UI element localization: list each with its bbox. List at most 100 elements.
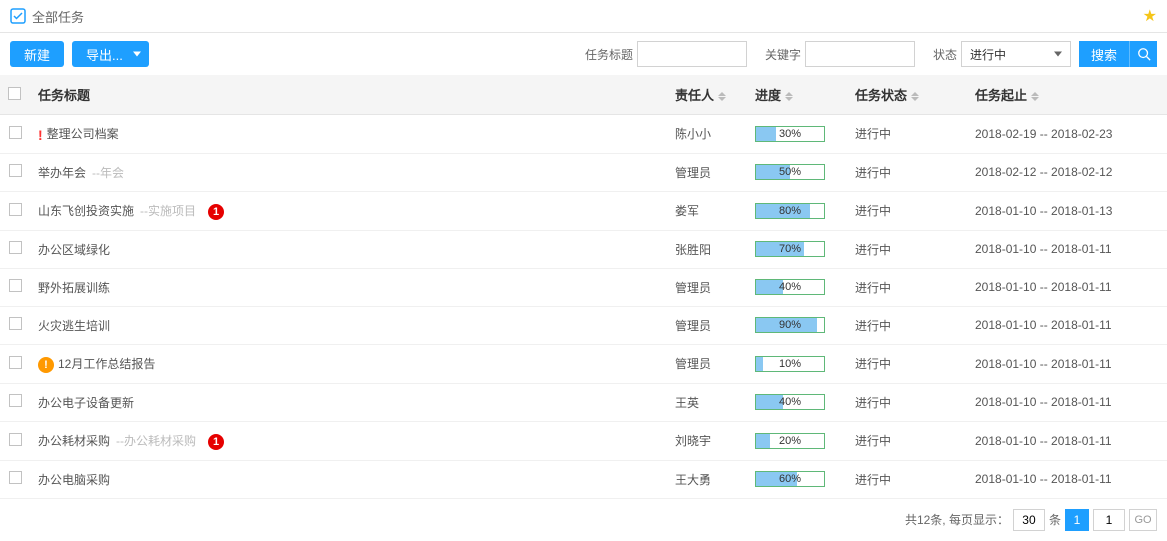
search-button[interactable]: 搜索 [1079, 41, 1129, 67]
progress-text: 60% [756, 472, 824, 486]
table-row[interactable]: !整理公司档案陈小小30%进行中2018-02-19 -- 2018-02-23 [0, 115, 1167, 154]
title-label: 任务标题 [585, 46, 633, 63]
sort-icon [1031, 92, 1039, 101]
task-dates: 2018-01-10 -- 2018-01-13 [975, 204, 1112, 218]
table-row[interactable]: 办公区域绿化张胜阳70%进行中2018-01-10 -- 2018-01-11 [0, 230, 1167, 268]
checklist-icon [10, 8, 26, 24]
keyword-filter: 关键字 [755, 41, 915, 67]
go-button[interactable]: GO [1129, 509, 1157, 531]
progress-bar: 50% [755, 164, 825, 180]
progress-text: 30% [756, 127, 824, 141]
keyword-label: 关键字 [765, 46, 801, 63]
page-size-input[interactable] [1013, 509, 1045, 531]
row-checkbox[interactable] [9, 279, 22, 292]
task-title: 举办年会 [38, 166, 86, 180]
title-input[interactable] [637, 41, 747, 67]
task-status: 进行中 [855, 166, 891, 180]
task-title: 整理公司档案 [47, 127, 119, 141]
task-owner: 管理员 [675, 319, 711, 333]
row-checkbox[interactable] [9, 433, 22, 446]
task-tag: --年会 [92, 166, 124, 180]
task-status: 进行中 [855, 243, 891, 257]
toolbar: 新建 导出... 任务标题 关键字 状态 进行中 搜索 [0, 33, 1167, 75]
progress-text: 20% [756, 434, 824, 448]
task-owner: 管理员 [675, 281, 711, 295]
task-dates: 2018-02-12 -- 2018-02-12 [975, 165, 1112, 179]
task-status: 进行中 [855, 357, 891, 371]
goto-page-input[interactable] [1093, 509, 1125, 531]
sort-icon [718, 92, 726, 101]
table-row[interactable]: 办公耗材采购--办公耗材采购1刘晓宇20%进行中2018-01-10 -- 20… [0, 421, 1167, 460]
progress-text: 10% [756, 357, 824, 371]
page-current[interactable]: 1 [1065, 509, 1089, 531]
task-dates: 2018-01-10 -- 2018-01-11 [975, 434, 1112, 448]
progress-bar: 80% [755, 203, 825, 219]
page-header: 全部任务 ★ [0, 0, 1167, 33]
row-checkbox[interactable] [9, 203, 22, 216]
pager-total: 共12条, 每页显示： [905, 511, 1009, 528]
task-dates: 2018-01-10 -- 2018-01-11 [975, 472, 1112, 486]
keyword-input[interactable] [805, 41, 915, 67]
status-filter: 状态 进行中 [923, 41, 1071, 67]
progress-text: 90% [756, 318, 824, 332]
pager-unit: 条 [1049, 511, 1061, 528]
table-row[interactable]: 山东飞创投资实施--实施项目1娄军80%进行中2018-01-10 -- 201… [0, 191, 1167, 230]
task-title: 野外拓展训练 [38, 281, 110, 295]
row-checkbox[interactable] [9, 126, 22, 139]
select-all-checkbox[interactable] [8, 87, 21, 100]
col-owner[interactable]: 责任人 [667, 75, 747, 115]
row-checkbox[interactable] [9, 164, 22, 177]
priority-high-icon: ! [38, 127, 43, 143]
status-value: 进行中 [970, 46, 1006, 63]
task-status: 进行中 [855, 434, 891, 448]
star-icon[interactable]: ★ [1143, 6, 1157, 26]
task-owner: 陈小小 [675, 127, 711, 141]
task-status: 进行中 [855, 281, 891, 295]
task-status: 进行中 [855, 319, 891, 333]
row-checkbox[interactable] [9, 471, 22, 484]
task-owner: 刘晓宇 [675, 434, 711, 448]
table-row[interactable]: 火灾逃生培训管理员90%进行中2018-01-10 -- 2018-01-11 [0, 306, 1167, 344]
task-dates: 2018-01-10 -- 2018-01-11 [975, 318, 1112, 332]
page-title: 全部任务 [32, 7, 1143, 26]
search-button-group: 搜索 [1079, 41, 1157, 67]
task-title: 办公区域绿化 [38, 243, 110, 257]
priority-warn-icon: ! [38, 357, 54, 373]
task-table: 任务标题 责任人 进度 任务状态 任务起止 ! 整理公司档案 陈小小 30% 进行中 20… [0, 75, 1167, 499]
progress-text: 70% [756, 242, 824, 256]
row-checkbox[interactable] [9, 241, 22, 254]
progress-text: 80% [756, 204, 824, 218]
table-row[interactable]: 办公电脑采购王大勇60%进行中2018-01-10 -- 2018-01-11 [0, 460, 1167, 498]
export-button[interactable]: 导出... [72, 41, 149, 67]
new-button[interactable]: 新建 [10, 41, 64, 67]
task-title: 12月工作总结报告 [58, 357, 155, 371]
task-status: 进行中 [855, 204, 891, 218]
row-checkbox[interactable] [9, 394, 22, 407]
table-row[interactable]: 野外拓展训练管理员40%进行中2018-01-10 -- 2018-01-11 [0, 268, 1167, 306]
col-title[interactable]: 任务标题 [30, 75, 667, 115]
row-checkbox[interactable] [9, 317, 22, 330]
col-status[interactable]: 任务状态 [847, 75, 967, 115]
task-owner: 王大勇 [675, 473, 711, 487]
search-icon-button[interactable] [1129, 41, 1157, 67]
pager: 共12条, 每页显示： 条 1 GO [0, 499, 1167, 541]
progress-bar: 20% [755, 433, 825, 449]
table-row[interactable]: 办公电子设备更新王英40%进行中2018-01-10 -- 2018-01-11 [0, 383, 1167, 421]
col-progress[interactable]: 进度 [747, 75, 847, 115]
task-dates: 2018-01-10 -- 2018-01-11 [975, 280, 1112, 294]
task-dates: 2018-01-10 -- 2018-01-11 [975, 242, 1112, 256]
progress-text: 50% [756, 165, 824, 179]
col-dates[interactable]: 任务起止 [967, 75, 1167, 115]
status-select[interactable]: 进行中 [961, 41, 1071, 67]
task-status: 进行中 [855, 127, 891, 141]
table-row[interactable]: !12月工作总结报告管理员10%进行中2018-01-10 -- 2018-01… [0, 344, 1167, 383]
table-row[interactable]: 举办年会--年会管理员50%进行中2018-02-12 -- 2018-02-1… [0, 153, 1167, 191]
table-header-row: 任务标题 责任人 进度 任务状态 任务起止 [0, 75, 1167, 115]
progress-bar: 40% [755, 394, 825, 410]
progress-bar: 70% [755, 241, 825, 257]
progress-bar: 90% [755, 317, 825, 333]
task-status: 进行中 [855, 396, 891, 410]
task-status: 进行中 [855, 473, 891, 487]
sort-icon [785, 92, 793, 101]
row-checkbox[interactable] [9, 356, 22, 369]
